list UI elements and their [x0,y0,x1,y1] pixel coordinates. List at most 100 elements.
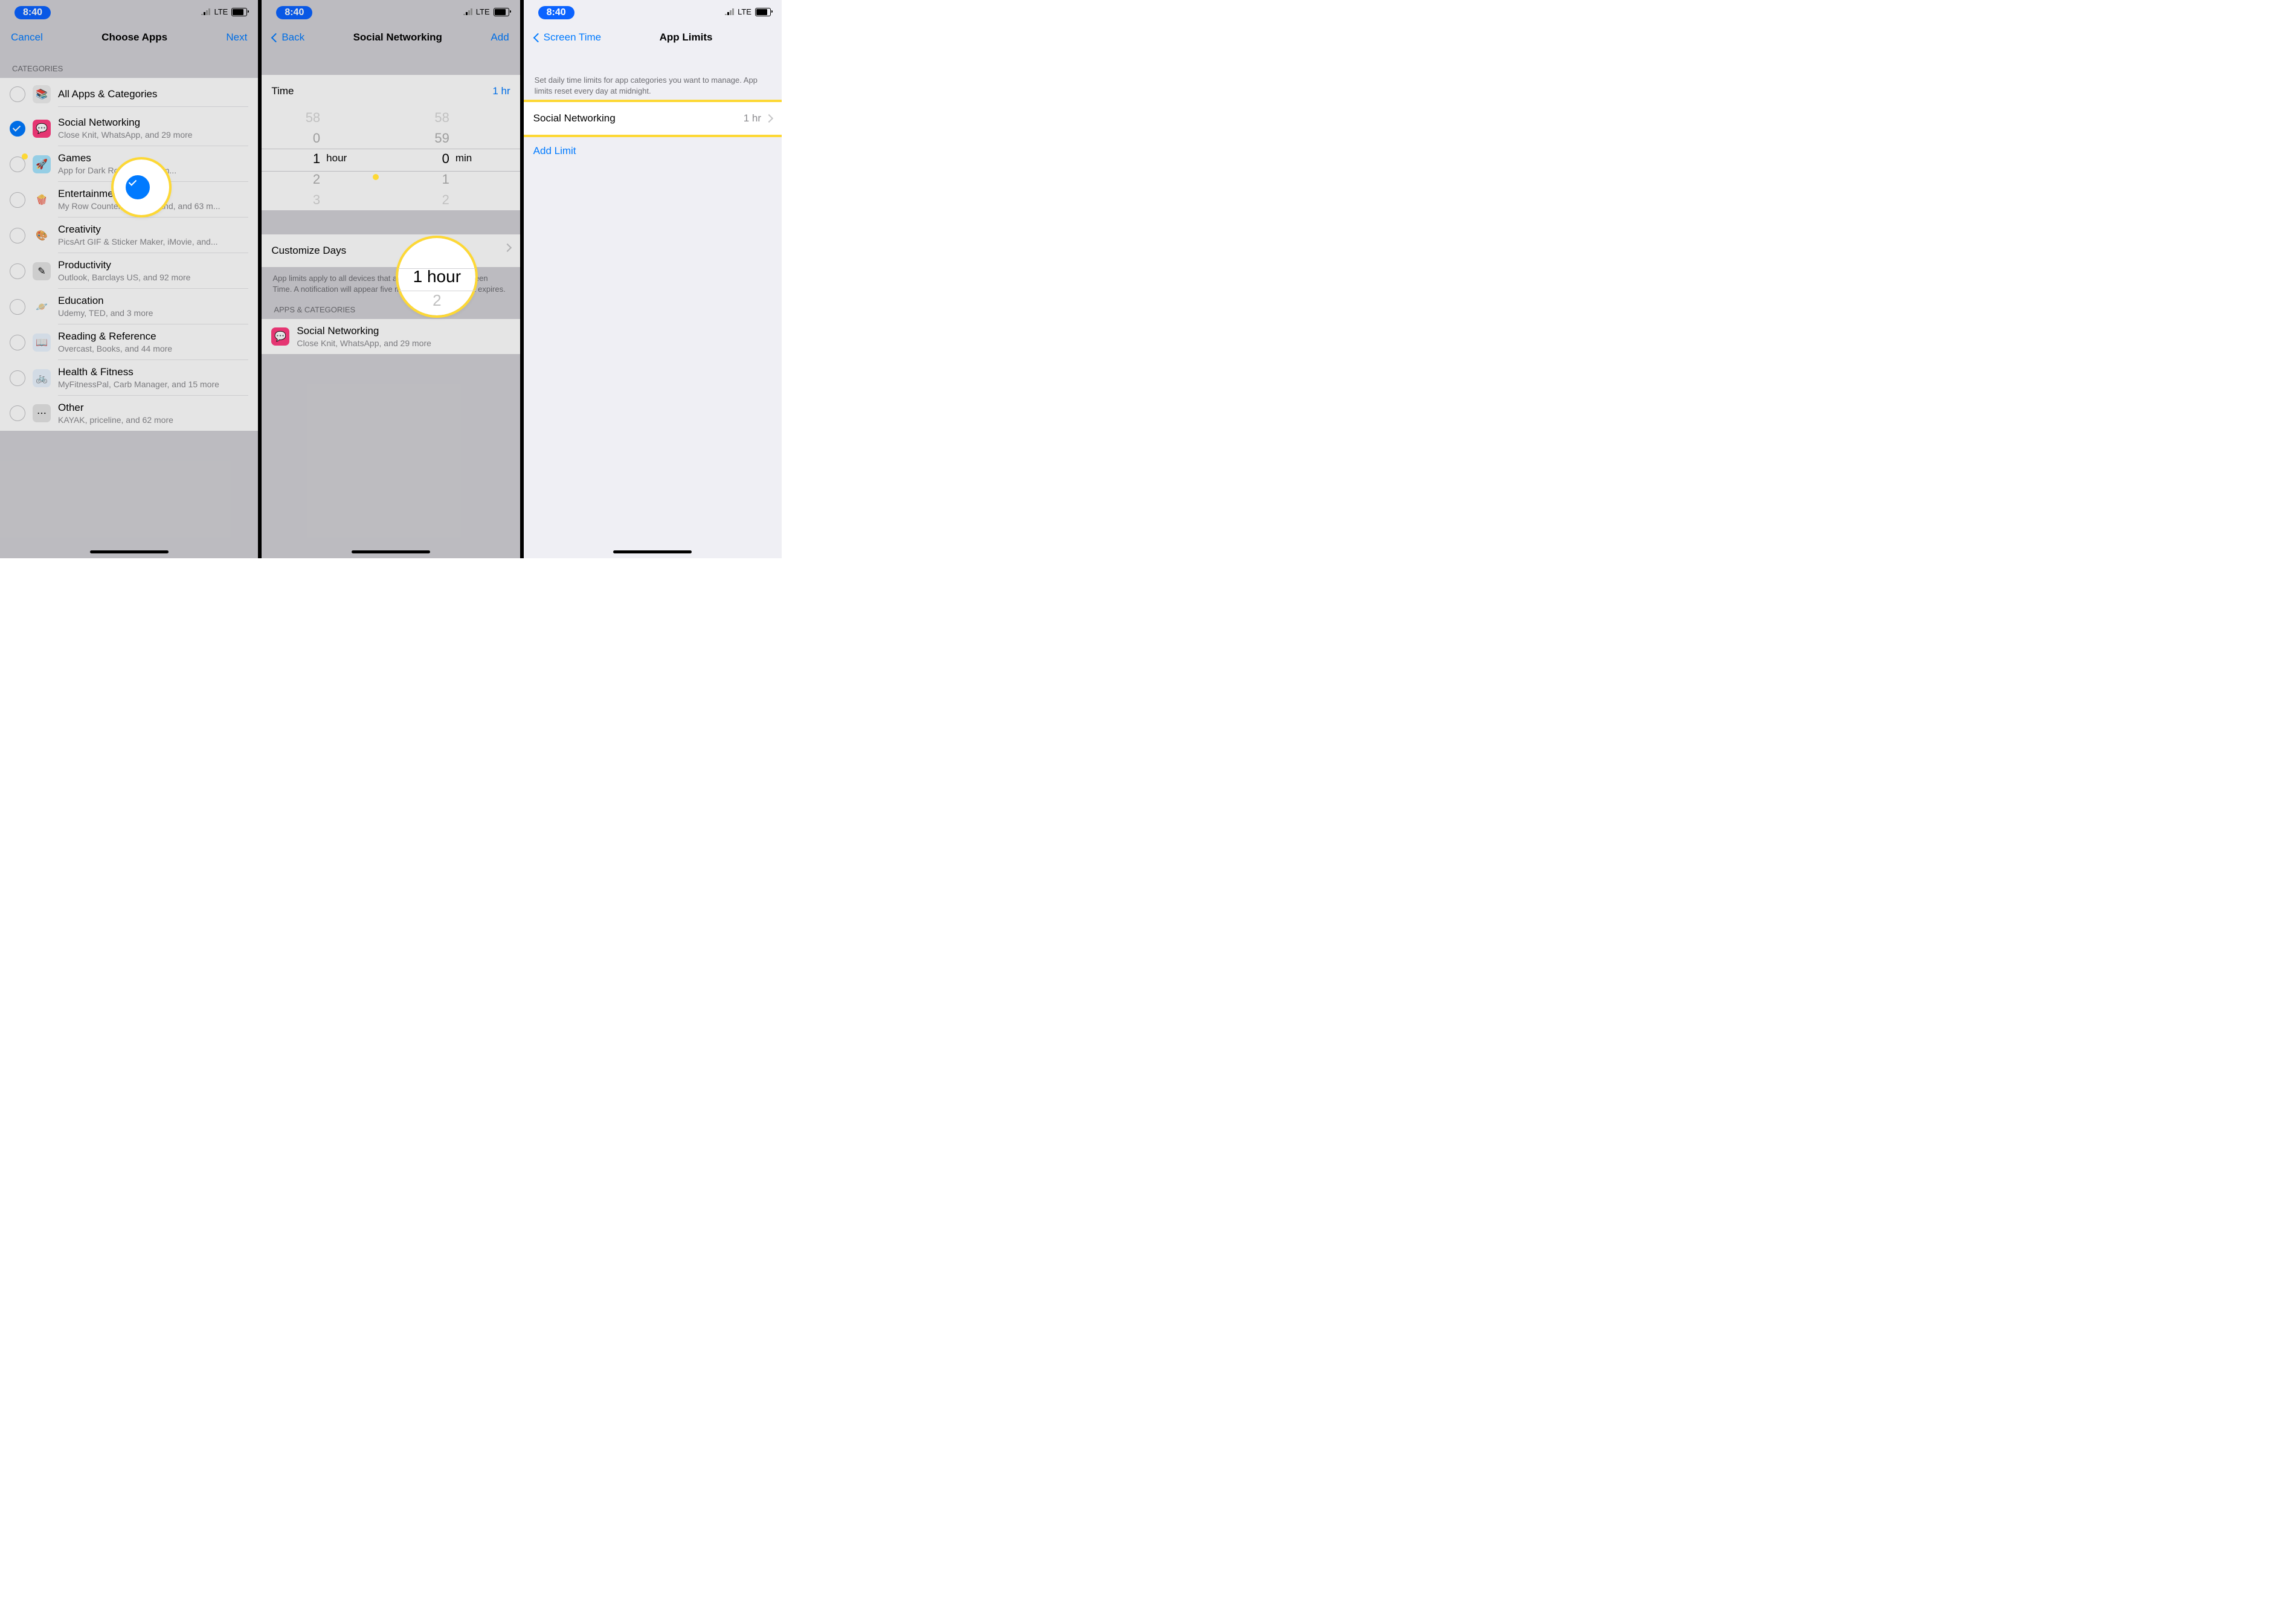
category-row[interactable]: 🚲 Health & FitnessMyFitnessPal, Carb Mana… [0,360,258,396]
chevron-left-icon [271,33,281,42]
time-value: 1 hr [492,85,510,97]
time-pill: 8:40 [538,6,574,19]
highlight-dot [22,153,28,160]
category-icon: ⋯ [33,404,51,422]
add-button[interactable]: Add [491,31,509,44]
category-title: Social Networking [58,117,248,129]
category-sub: Close Knit, WhatsApp, and 29 more [58,130,248,140]
screen-time-picker: 8:40 LTE Back Social Networking Add Time… [262,0,520,558]
add-limit-label: Add Limit [533,145,576,156]
home-indicator [90,550,169,553]
add-limit-button[interactable]: Add Limit [524,135,782,167]
app-row-social[interactable]: 💬 Social Networking Close Knit, WhatsApp… [262,319,520,354]
limits-description: Set daily time limits for app categories… [524,51,782,102]
category-title: Other [58,402,248,414]
category-title: Creativity [58,224,248,236]
screen-choose-apps: 8:40 LTE Cancel Choose Apps Next CATEGOR… [0,0,258,558]
app-sub: Close Knit, WhatsApp, and 29 more [297,338,510,348]
checkbox[interactable] [10,263,25,279]
nav-bar: Back Social Networking Add [262,24,520,51]
category-title: All Apps & Categories [58,88,248,100]
category-icon: 🚲 [33,369,51,387]
checkbox[interactable] [10,192,25,208]
chevron-right-icon [503,243,512,252]
battery-icon [755,8,771,16]
nav-title: App Limits [660,31,713,44]
category-icon: 🎨 [33,227,51,245]
time-pill: 8:40 [14,6,51,19]
category-sub: KAYAK, priceline, and 62 more [58,415,248,425]
limits-note: App limits apply to all devices that are… [262,267,520,300]
nav-bar: Screen Time App Limits [524,24,782,51]
categories-header: CATEGORIES [0,51,258,78]
checkbox[interactable] [10,405,25,421]
signal-icon [201,8,210,15]
category-sub: MyFitnessPal, Carb Manager, and 15 more [58,379,248,389]
nav-bar: Cancel Choose Apps Next [0,24,258,51]
category-sub: Udemy, TED, and 3 more [58,308,248,318]
category-row[interactable]: ✎ ProductivityOutlook, Barclays US, and 9… [0,253,258,289]
limit-value: 1 hr [744,112,761,124]
status-bar: 8:40 LTE [524,0,782,24]
time-pill: 8:40 [276,6,312,19]
time-label: Time [271,85,294,97]
category-row[interactable]: 📖 Reading & ReferenceOvercast, Books, and… [0,324,258,360]
category-icon: ✎ [33,262,51,280]
callout-hour: 1 hour 2 [398,238,475,315]
time-row[interactable]: Time 1 hr [262,75,520,108]
status-bar: 8:40 LTE [0,0,258,24]
checkbox[interactable] [10,299,25,315]
status-bar: 8:40 LTE [262,0,520,24]
checkbox[interactable] [10,335,25,350]
category-sub: Outlook, Barclays US, and 92 more [58,272,248,282]
callout-checkmark [114,160,169,215]
category-title: Reading & Reference [58,330,248,343]
carrier-label: LTE [476,7,490,16]
app-title: Social Networking [297,325,510,337]
checkbox[interactable] [10,228,25,243]
next-button[interactable]: Next [226,31,247,44]
nav-title: Choose Apps [101,31,167,44]
category-row[interactable]: 📚 All Apps & Categories [0,78,258,111]
nav-title: Social Networking [353,31,442,44]
social-icon: 💬 [271,327,289,346]
chevron-right-icon [765,114,773,123]
checkbox[interactable] [10,86,25,102]
category-sub: Overcast, Books, and 44 more [58,344,248,353]
screen-app-limits: 8:40 LTE Screen Time App Limits Set dail… [524,0,782,558]
category-row[interactable]: 🪐EducationUdemy, TED, and 3 more [0,289,258,324]
min-unit: min [455,152,472,164]
category-title: Health & Fitness [58,366,248,378]
home-indicator [613,550,692,553]
apps-header: APPS & CATEGORIES [262,300,520,319]
category-icon: 💬 [33,120,51,138]
signal-icon [463,8,472,15]
category-icon: 🍿 [33,191,51,209]
category-title: Productivity [58,259,248,271]
category-sub: PicsArt GIF & Sticker Maker, iMovie, and… [58,237,248,246]
carrier-label: LTE [738,7,751,16]
battery-icon [494,8,509,16]
back-button[interactable]: Screen Time [535,31,601,44]
checkbox[interactable] [10,121,25,137]
carrier-label: LTE [214,7,228,16]
home-indicator [352,550,430,553]
signal-icon [725,8,734,15]
limit-row-social[interactable]: Social Networking 1 hr [524,102,782,135]
back-button[interactable]: Back [272,31,304,44]
hour-unit: hour [326,152,347,164]
category-row[interactable]: ⋯ OtherKAYAK, priceline, and 62 more [0,396,258,431]
time-picker[interactable]: 57 58 0 1 2 3 4 hour 58 59 0 1 2 3 min [262,108,520,210]
battery-icon [231,8,247,16]
customize-days-row[interactable]: Customize Days [262,234,520,267]
category-icon: 📖 [33,334,51,352]
category-icon: 🚀 [33,155,51,173]
chevron-left-icon [533,33,542,42]
checkbox[interactable] [10,370,25,386]
cancel-button[interactable]: Cancel [11,31,43,44]
category-icon: 📚 [33,85,51,103]
limit-title: Social Networking [533,112,616,124]
category-row[interactable]: 🎨 CreativityPicsArt GIF & Sticker Maker, … [0,218,258,253]
category-row[interactable]: 💬 Social NetworkingClose Knit, WhatsApp, … [0,111,258,146]
category-icon: 🪐 [33,298,51,316]
